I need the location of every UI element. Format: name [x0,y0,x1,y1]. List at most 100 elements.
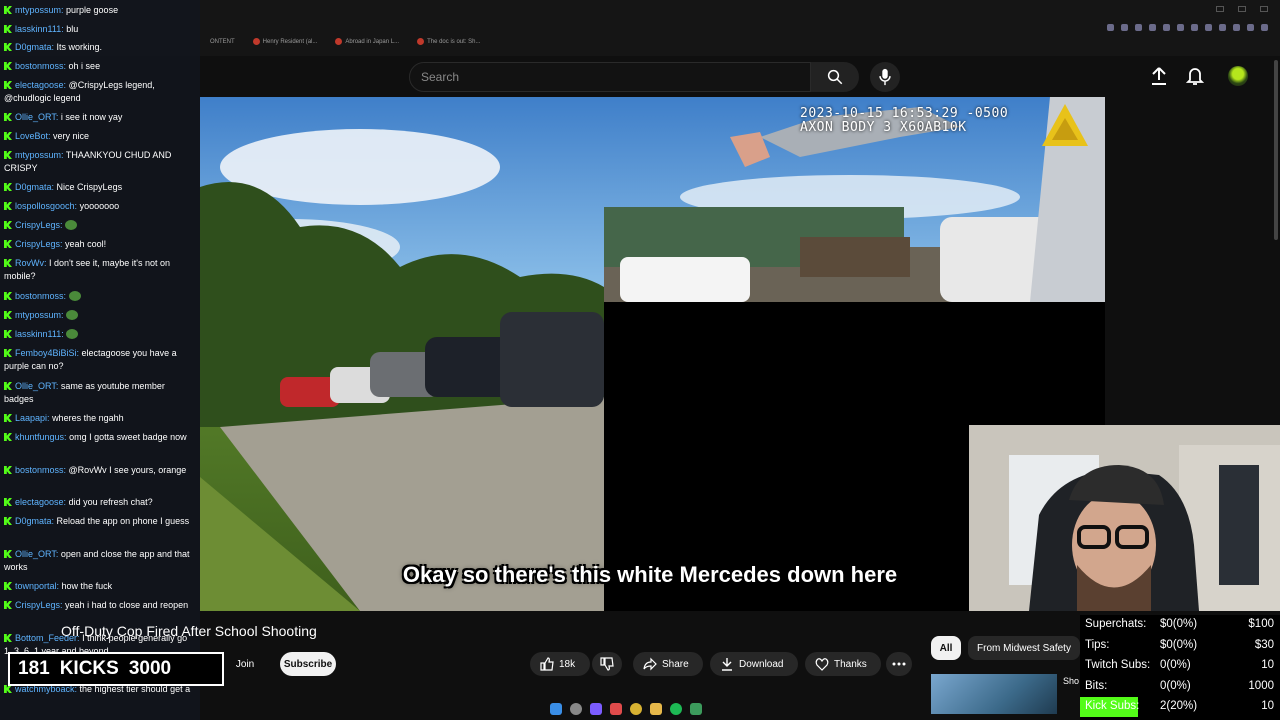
recommended-title[interactable]: Sho [1063,676,1079,686]
subscribe-button[interactable]: Subscribe [280,652,336,676]
extension-icon[interactable] [1233,24,1240,31]
chrome-icon[interactable] [630,703,642,715]
thanks-button[interactable]: Thanks [805,652,881,676]
chat-username[interactable]: mtypossum [15,310,61,320]
chat-text: omg I gotta sweet badge now [69,432,187,442]
stat-row: Twitch Subs: 0(0%) 10 [1080,656,1280,676]
chat-username[interactable]: CrispyLegs [15,239,60,249]
chat-text: how the fuck [61,581,113,591]
chat-username[interactable]: Femboy4BiBiSi [15,348,77,358]
voice-search-button[interactable] [870,62,900,92]
chat-text: did you refresh chat? [68,497,153,507]
stat-label: Bits: [1085,679,1108,692]
chat-username[interactable]: lasskinn111 [15,24,61,34]
chat-username[interactable]: Ollie_ORT [15,112,56,122]
chat-username[interactable]: khuntfungus [15,432,64,442]
extension-icon[interactable] [1177,24,1184,31]
chat-message: CrispyLegs: yeah i had to close and reop… [4,599,196,612]
bookmark-item[interactable]: Abroad in Japan L... [335,38,399,45]
chat-username[interactable]: CrispyLegs [15,600,60,610]
kick-badge-icon [4,259,12,267]
chip-from-channel[interactable]: From Midwest Safety [968,636,1080,660]
spotify-icon[interactable] [670,703,682,715]
chat-username[interactable]: D0gmata [15,516,52,526]
video-subtitle: Okay so there's this white Mercedes down… [402,562,898,587]
join-button[interactable]: Join [222,652,268,676]
chat-username[interactable]: mtypossum [15,5,61,15]
maximize-icon[interactable] [1238,6,1246,12]
recommended-thumbnail[interactable] [931,674,1057,714]
kick-badge-icon [4,132,12,140]
chat-username[interactable]: CrispyLegs [15,220,60,230]
search-button[interactable] [811,62,859,92]
chat-message: khuntfungus: omg I gotta sweet badge now [4,431,196,444]
like-count: 18k [559,658,576,670]
chat-username[interactable]: electagoose [15,80,64,90]
extension-icon[interactable] [1261,24,1268,31]
extension-icon[interactable] [1135,24,1142,31]
upload-icon[interactable] [1150,66,1168,86]
chat-message: Ollie_ORT: i see it now yay [4,111,196,124]
chat-text: wheres the ngahh [52,413,124,423]
stat-label: Superchats: [1085,618,1147,630]
extension-icon[interactable] [1219,24,1226,31]
app-icon[interactable] [690,703,702,715]
extension-icon[interactable] [1163,24,1170,31]
app-icon[interactable] [610,703,622,715]
chat-text: Reload the app on phone I guess [56,516,190,526]
minimize-icon[interactable] [1216,6,1224,12]
extension-icon[interactable] [1191,24,1198,31]
more-actions-button[interactable] [886,652,912,676]
streamer-image [969,425,1280,611]
chat-message: Femboy4BiBiSi: electagoose you have a pu… [4,347,196,373]
bookmark-item[interactable]: The doc is out: Sh... [417,38,480,45]
chat-username[interactable]: D0gmata [15,182,52,192]
chat-username[interactable]: lasskinn111 [15,329,61,339]
axon-logo-icon [1042,104,1088,146]
dislike-button[interactable] [592,652,622,676]
search-input[interactable]: Search [409,62,811,92]
chat-username[interactable]: bostonmoss [15,61,64,71]
extension-icon[interactable] [1149,24,1156,31]
extension-icon[interactable] [1205,24,1212,31]
chat-username[interactable]: bostonmoss [15,291,64,301]
window-controls [1216,6,1268,12]
webcam-feed [969,425,1280,611]
chat-username[interactable]: lospollosgooch [15,201,75,211]
app-icon[interactable] [590,703,602,715]
chat-message: lasskinn111: blu [4,23,196,36]
chat-username[interactable]: mtypossum [15,150,61,160]
bookmark-item[interactable]: Henry Resident (al... [252,38,317,45]
chat-text: Its working. [56,42,103,52]
download-button[interactable]: Download [710,652,798,676]
extension-icon[interactable] [1247,24,1254,31]
like-button[interactable]: 18k [530,652,590,676]
chat-username[interactable]: D0gmata [15,42,52,52]
close-icon[interactable] [1260,6,1268,12]
scrollbar[interactable] [1274,60,1278,240]
bell-icon[interactable] [1186,66,1204,86]
search-icon[interactable] [570,703,582,715]
stat-goal: 10 [1261,700,1274,712]
extension-icon[interactable] [1107,24,1114,31]
chat-username[interactable]: RovWv [15,258,44,268]
bookmark-item[interactable]: ONTENT [210,38,235,45]
chat-username[interactable]: Ollie_ORT [15,381,56,391]
chat-username[interactable]: electagoose [15,497,64,507]
extension-icon[interactable] [1121,24,1128,31]
chat-username[interactable]: townportal [15,581,57,591]
chat-text: yooooooo [79,201,120,211]
chat-username[interactable]: Ollie_ORT [15,549,56,559]
kick-badge-icon [4,634,12,642]
chip-all[interactable]: All [931,636,961,660]
chat-username[interactable]: bostonmoss [15,465,64,475]
kick-goal-label: KICKS [59,658,119,679]
kick-badge-icon [4,311,12,319]
share-button[interactable]: Share [633,652,703,676]
folder-icon[interactable] [650,703,662,715]
chat-username[interactable]: Laapapi [15,413,47,423]
stat-value: $0(0%) [1160,618,1198,630]
chat-username[interactable]: LoveBot [15,131,48,141]
avatar[interactable] [1228,66,1248,86]
windows-start-icon[interactable] [550,703,562,715]
